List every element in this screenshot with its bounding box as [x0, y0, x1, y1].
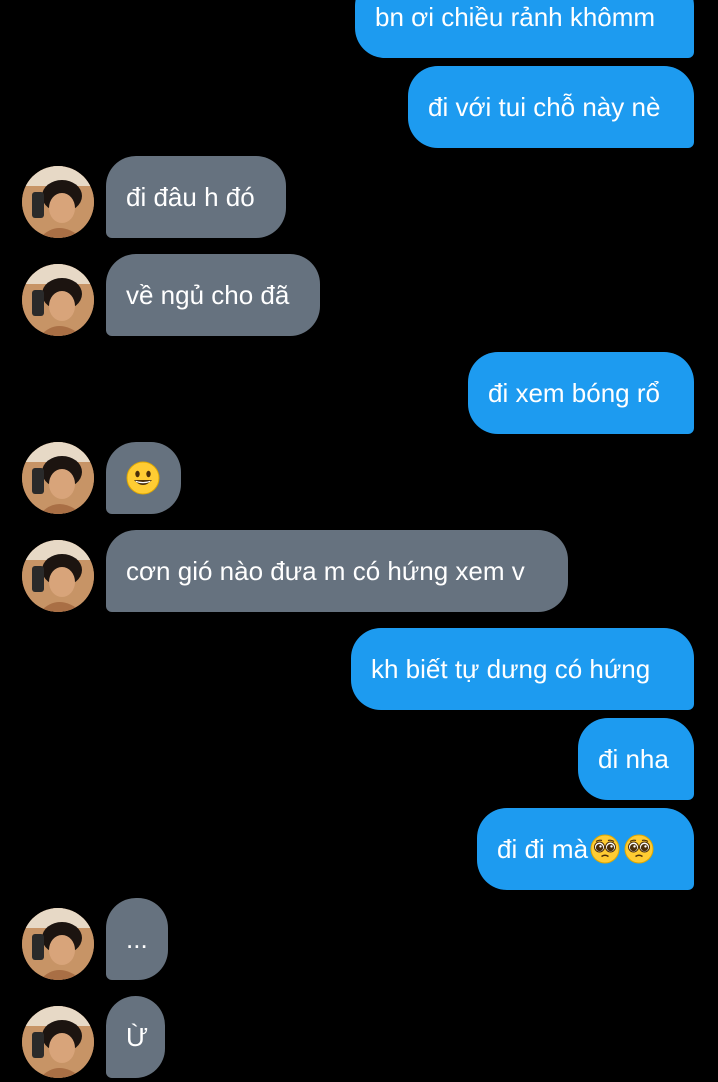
contact-avatar[interactable]	[22, 540, 94, 612]
message-bubble-incoming[interactable]: ...	[106, 898, 168, 980]
message-bubble-outgoing[interactable]: đi đi mà	[477, 808, 694, 890]
message-text: đi nha	[598, 744, 669, 774]
message-bubble-incoming[interactable]: Ừ	[106, 996, 165, 1078]
message-bubble-outgoing[interactable]: đi xem bóng rổ	[468, 352, 694, 434]
contact-avatar[interactable]	[22, 908, 94, 980]
pleading-face-emoji	[624, 834, 654, 864]
contact-avatar[interactable]	[22, 1006, 94, 1078]
message-text: kh biết tự dưng có hứng	[371, 654, 651, 684]
message-text: cơn gió nào đưa m có hứng xem v	[126, 556, 525, 586]
message-text: đi đi mà	[497, 834, 589, 864]
message-text: đi với tui chỗ này nè	[428, 92, 661, 122]
message-text: ...	[126, 924, 148, 954]
message-bubble-incoming[interactable]: đi đâu h đó	[106, 156, 286, 238]
message-bubble-outgoing[interactable]: đi nha	[578, 718, 694, 800]
message-text: đi xem bóng rổ	[488, 378, 660, 408]
message-bubble-outgoing[interactable]: kh biết tự dưng có hứng	[351, 628, 694, 710]
message-text: đi đâu h đó	[126, 182, 255, 212]
message-text: về ngủ cho đã	[126, 280, 290, 310]
message-bubble-outgoing[interactable]: bn ơi chiều rảnh khômm	[355, 0, 694, 58]
grinning-face-emoji	[126, 461, 160, 495]
message-text: bn ơi chiều rảnh khômm	[375, 2, 656, 32]
message-bubble-incoming[interactable]	[106, 442, 181, 514]
contact-avatar[interactable]	[22, 264, 94, 336]
contact-avatar[interactable]	[22, 442, 94, 514]
message-bubble-incoming[interactable]: về ngủ cho đã	[106, 254, 320, 336]
message-bubble-outgoing[interactable]: đi với tui chỗ này nè	[408, 66, 694, 148]
message-bubble-incoming[interactable]: cơn gió nào đưa m có hứng xem v	[106, 530, 568, 612]
pleading-face-emoji	[590, 834, 620, 864]
message-text: Ừ	[126, 1022, 149, 1052]
contact-avatar[interactable]	[22, 166, 94, 238]
